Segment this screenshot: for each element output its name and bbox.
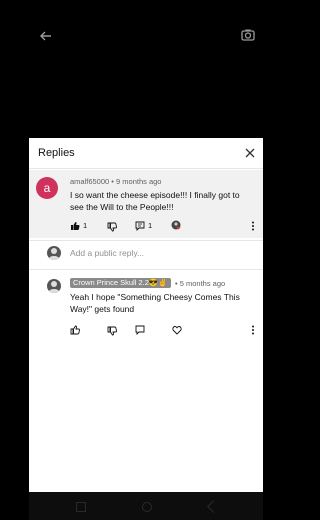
heart-button[interactable] bbox=[172, 325, 182, 335]
dislike-button[interactable] bbox=[107, 326, 117, 336]
reply-comment: Crown Prince Skull 2.2😎✌ • 5 months ago … bbox=[29, 276, 263, 346]
comment-text: Yeah I hope "Something Cheesy Comes This… bbox=[70, 292, 240, 314]
like-count: 1 bbox=[83, 221, 88, 230]
comment-time: 5 months ago bbox=[179, 279, 226, 288]
comment-icon bbox=[135, 325, 145, 335]
close-icon[interactable] bbox=[244, 147, 256, 159]
thumbs-up-filled-icon bbox=[71, 222, 80, 230]
avatar[interactable] bbox=[47, 279, 61, 293]
more-options-icon[interactable] bbox=[251, 221, 255, 231]
comment-meta: amalf65000 • 9 months ago bbox=[70, 177, 161, 186]
recent-apps-icon[interactable] bbox=[76, 502, 86, 512]
reply-button[interactable] bbox=[135, 325, 145, 335]
panel-title: Replies bbox=[38, 147, 75, 159]
home-icon[interactable] bbox=[142, 502, 152, 512]
thumbs-up-icon bbox=[70, 325, 80, 335]
add-reply-row[interactable]: Add a public reply... bbox=[29, 242, 263, 268]
panel-header: Replies bbox=[29, 138, 263, 169]
comment-author[interactable]: amalf65000 bbox=[70, 177, 109, 186]
replies-panel: Replies a amalf65000 • 9 months ago I so… bbox=[29, 138, 263, 492]
comment-icon bbox=[135, 221, 145, 231]
comment-time: 9 months ago bbox=[116, 177, 162, 186]
user-avatar bbox=[47, 246, 61, 260]
divider bbox=[29, 240, 263, 241]
system-nav-bar bbox=[29, 492, 263, 520]
camera-icon[interactable] bbox=[240, 27, 256, 43]
more-options-icon[interactable] bbox=[251, 325, 255, 335]
comment-meta: • 5 months ago bbox=[175, 279, 225, 288]
creator-heart bbox=[171, 220, 183, 230]
thumbs-down-icon bbox=[107, 222, 117, 232]
arrow-left-icon[interactable] bbox=[38, 28, 54, 44]
heart-outline-icon bbox=[172, 326, 182, 335]
author-badge[interactable]: Crown Prince Skull 2.2😎✌ bbox=[70, 278, 171, 288]
reply-button[interactable]: 1 bbox=[135, 221, 165, 231]
reply-count: 1 bbox=[148, 221, 153, 230]
divider bbox=[29, 269, 263, 270]
dislike-button[interactable] bbox=[107, 222, 117, 232]
top-bar bbox=[0, 0, 292, 70]
like-button[interactable] bbox=[70, 325, 80, 335]
back-icon[interactable] bbox=[207, 500, 220, 513]
comment-text: I so want the cheese episode!!! I finall… bbox=[70, 190, 240, 212]
user-avatar-icon bbox=[48, 248, 60, 260]
reply-input[interactable]: Add a public reply... bbox=[70, 248, 144, 258]
creator-heart-icon bbox=[171, 220, 181, 230]
avatar[interactable]: a bbox=[36, 177, 58, 199]
like-button[interactable]: 1 bbox=[70, 221, 100, 231]
thumbs-down-icon bbox=[107, 326, 117, 336]
user-avatar-icon bbox=[48, 281, 60, 293]
parent-comment: a amalf65000 • 9 months ago I so want th… bbox=[29, 170, 263, 238]
